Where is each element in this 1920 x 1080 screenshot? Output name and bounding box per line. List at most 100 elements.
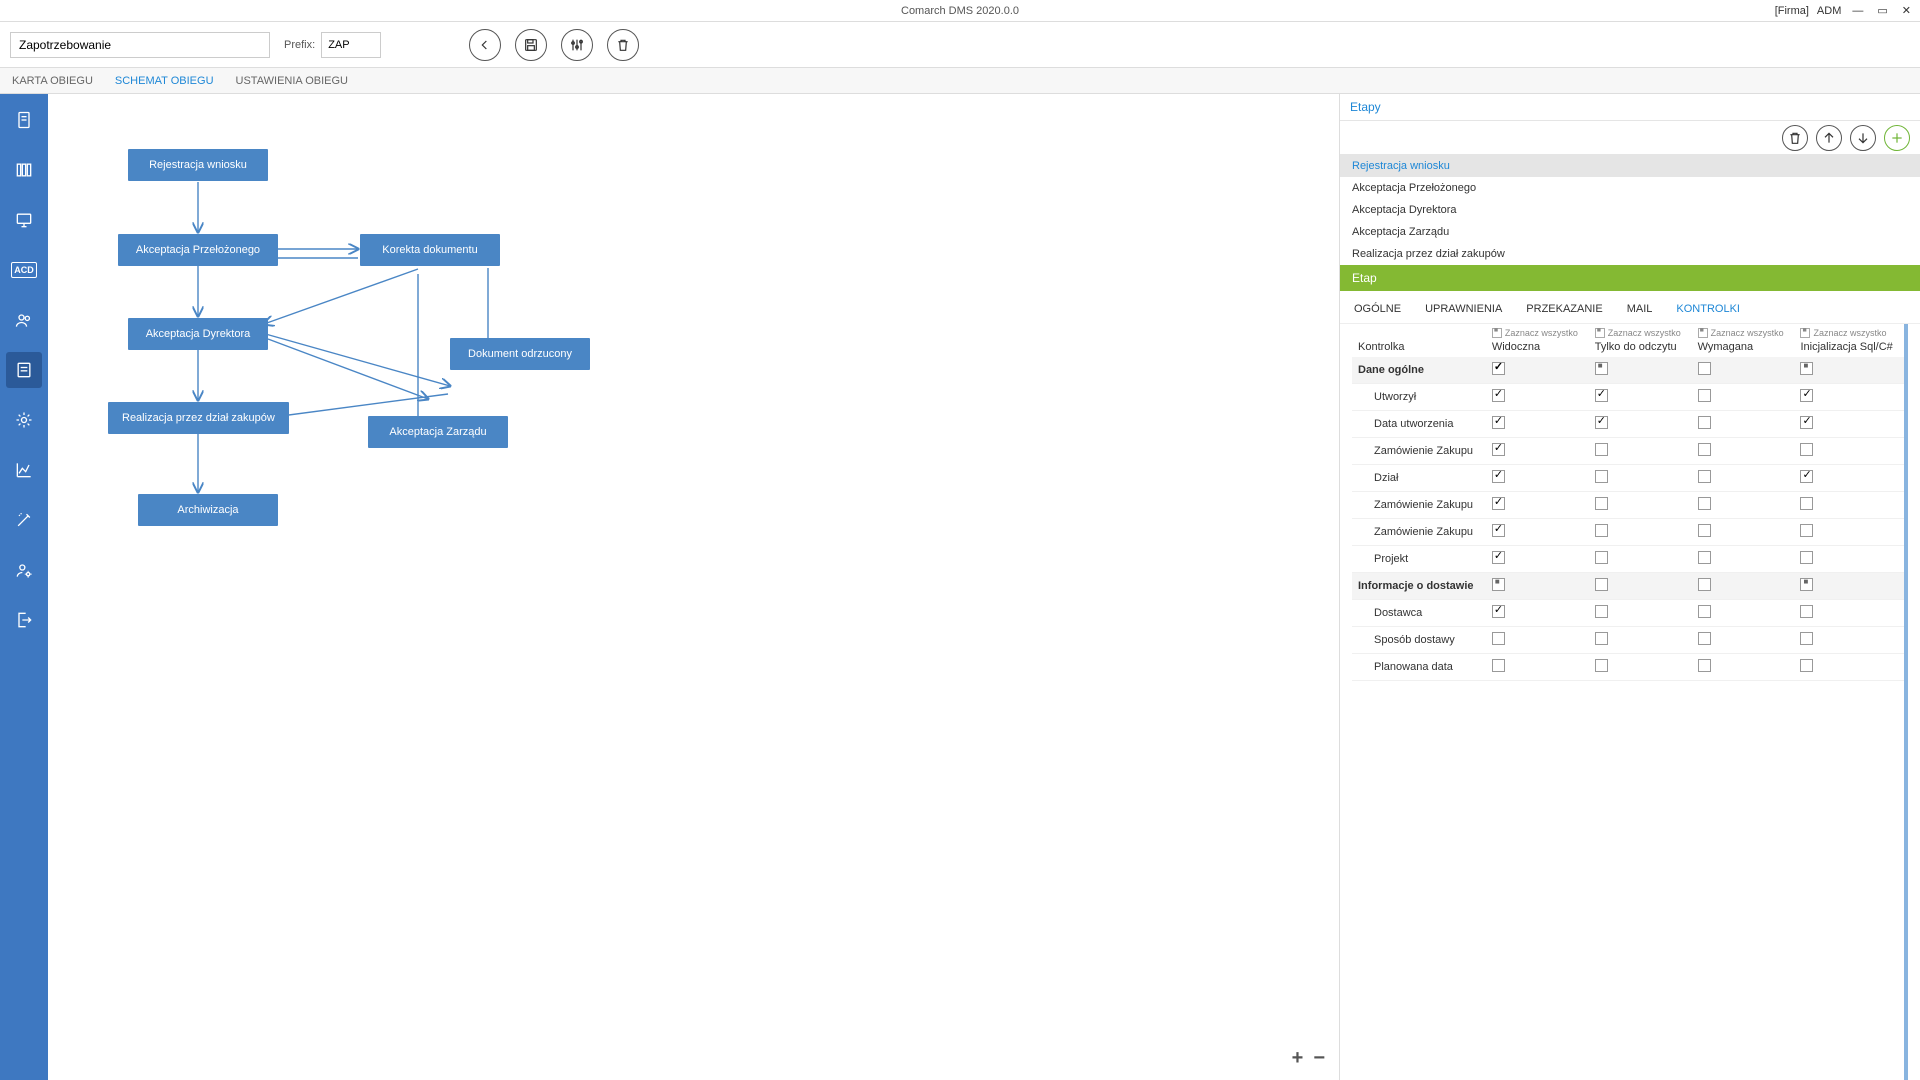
tab-schemat[interactable]: SCHEMAT OBIEGU	[115, 75, 214, 87]
checkbox[interactable]	[1698, 389, 1711, 402]
wf-node-korekta[interactable]: Korekta dokumentu	[360, 234, 500, 266]
checkbox[interactable]	[1492, 605, 1505, 618]
checkbox[interactable]	[1595, 416, 1608, 429]
zoom-out-button[interactable]: −	[1313, 1047, 1325, 1070]
checkbox[interactable]	[1698, 551, 1711, 564]
checkbox[interactable]	[1595, 362, 1608, 375]
checkbox[interactable]	[1698, 416, 1711, 429]
wf-node-archiwizacja[interactable]: Archiwizacja	[138, 494, 278, 526]
checkbox[interactable]	[1800, 605, 1813, 618]
checkbox[interactable]	[1595, 470, 1608, 483]
nav-user-settings-icon[interactable]	[6, 552, 42, 588]
workflow-canvas[interactable]: Rejestracja wniosku Akceptacja Przełożon…	[48, 94, 1340, 1080]
etab-ogolne[interactable]: OGÓLNE	[1354, 303, 1401, 315]
firm-label[interactable]: [Firma]	[1775, 5, 1809, 17]
checkbox[interactable]	[1800, 416, 1813, 429]
checkbox[interactable]	[1800, 524, 1813, 537]
checkbox[interactable]	[1492, 416, 1505, 429]
select-all-odczyt[interactable]: Zaznacz wszystko	[1595, 328, 1686, 338]
save-button[interactable]	[515, 29, 547, 61]
stage-item[interactable]: Rejestracja wniosku	[1340, 155, 1920, 177]
nav-chart-icon[interactable]	[6, 452, 42, 488]
checkbox[interactable]	[1800, 443, 1813, 456]
checkbox[interactable]	[1698, 524, 1711, 537]
checkbox[interactable]	[1800, 551, 1813, 564]
stage-up-button[interactable]	[1816, 125, 1842, 151]
prefix-input[interactable]	[321, 32, 381, 58]
checkbox[interactable]	[1595, 605, 1608, 618]
settings-levers-button[interactable]	[561, 29, 593, 61]
checkbox[interactable]	[1698, 632, 1711, 645]
checkbox[interactable]	[1595, 443, 1608, 456]
minimize-icon[interactable]: —	[1849, 5, 1866, 17]
nav-monitor-icon[interactable]	[6, 202, 42, 238]
checkbox[interactable]	[1492, 632, 1505, 645]
wf-node-realizacja[interactable]: Realizacja przez dział zakupów	[108, 402, 289, 434]
checkbox[interactable]	[1492, 578, 1505, 591]
checkbox[interactable]	[1492, 497, 1505, 510]
checkbox[interactable]	[1800, 470, 1813, 483]
nav-exit-icon[interactable]	[6, 602, 42, 638]
checkbox[interactable]	[1595, 524, 1608, 537]
checkbox[interactable]	[1698, 470, 1711, 483]
nav-wand-icon[interactable]	[6, 502, 42, 538]
checkbox[interactable]	[1595, 389, 1608, 402]
checkbox[interactable]	[1800, 362, 1813, 375]
stage-add-button[interactable]	[1884, 125, 1910, 151]
select-all-widoczna[interactable]: Zaznacz wszystko	[1492, 328, 1583, 338]
checkbox[interactable]	[1800, 659, 1813, 672]
wf-node-dyrektor[interactable]: Akceptacja Dyrektora	[128, 318, 268, 350]
workflow-name-input[interactable]	[10, 32, 270, 58]
delete-button[interactable]	[607, 29, 639, 61]
etab-uprawnienia[interactable]: UPRAWNIENIA	[1425, 303, 1502, 315]
etab-przekazanie[interactable]: PRZEKAZANIE	[1526, 303, 1602, 315]
checkbox[interactable]	[1492, 443, 1505, 456]
nav-workflow-icon[interactable]	[6, 352, 42, 388]
checkbox[interactable]	[1492, 470, 1505, 483]
checkbox[interactable]	[1698, 659, 1711, 672]
back-button[interactable]	[469, 29, 501, 61]
nav-gear-icon[interactable]	[6, 402, 42, 438]
checkbox[interactable]	[1492, 551, 1505, 564]
nav-acd-icon[interactable]: ACD	[6, 252, 42, 288]
checkbox[interactable]	[1492, 524, 1505, 537]
checkbox[interactable]	[1698, 443, 1711, 456]
stage-delete-button[interactable]	[1782, 125, 1808, 151]
checkbox[interactable]	[1800, 632, 1813, 645]
stage-down-button[interactable]	[1850, 125, 1876, 151]
stage-item[interactable]: Akceptacja Dyrektora	[1340, 199, 1920, 221]
user-login[interactable]: ADM	[1817, 5, 1841, 17]
checkbox[interactable]	[1492, 362, 1505, 375]
checkbox[interactable]	[1698, 578, 1711, 591]
checkbox[interactable]	[1492, 659, 1505, 672]
wf-node-rejestracja[interactable]: Rejestracja wniosku	[128, 149, 268, 181]
stage-item[interactable]: Realizacja przez dział zakupów	[1340, 243, 1920, 265]
stage-item[interactable]: Akceptacja Przełożonego	[1340, 177, 1920, 199]
restore-icon[interactable]: ▭	[1874, 4, 1890, 17]
checkbox[interactable]	[1595, 659, 1608, 672]
checkbox[interactable]	[1595, 578, 1608, 591]
checkbox[interactable]	[1800, 389, 1813, 402]
stage-item[interactable]: Akceptacja Zarządu	[1340, 221, 1920, 243]
zoom-in-button[interactable]: +	[1292, 1047, 1304, 1070]
checkbox[interactable]	[1595, 551, 1608, 564]
select-all-wymagana[interactable]: Zaznacz wszystko	[1698, 328, 1789, 338]
nav-books-icon[interactable]	[6, 152, 42, 188]
checkbox[interactable]	[1800, 578, 1813, 591]
etab-kontrolki[interactable]: KONTROLKI	[1676, 303, 1740, 315]
wf-node-zarzad[interactable]: Akceptacja Zarządu	[368, 416, 508, 448]
select-all-init[interactable]: Zaznacz wszystko	[1800, 328, 1898, 338]
checkbox[interactable]	[1595, 632, 1608, 645]
checkbox[interactable]	[1698, 497, 1711, 510]
close-icon[interactable]: ✕	[1899, 4, 1914, 17]
nav-documents-icon[interactable]	[6, 102, 42, 138]
checkbox[interactable]	[1698, 605, 1711, 618]
tab-ustawienia[interactable]: USTAWIENIA OBIEGU	[236, 75, 348, 87]
checkbox[interactable]	[1595, 497, 1608, 510]
etab-mail[interactable]: MAIL	[1627, 303, 1653, 315]
wf-node-przelozony[interactable]: Akceptacja Przełożonego	[118, 234, 278, 266]
nav-users-icon[interactable]	[6, 302, 42, 338]
tab-karta[interactable]: KARTA OBIEGU	[12, 75, 93, 87]
wf-node-odrzucony[interactable]: Dokument odrzucony	[450, 338, 590, 370]
checkbox[interactable]	[1800, 497, 1813, 510]
